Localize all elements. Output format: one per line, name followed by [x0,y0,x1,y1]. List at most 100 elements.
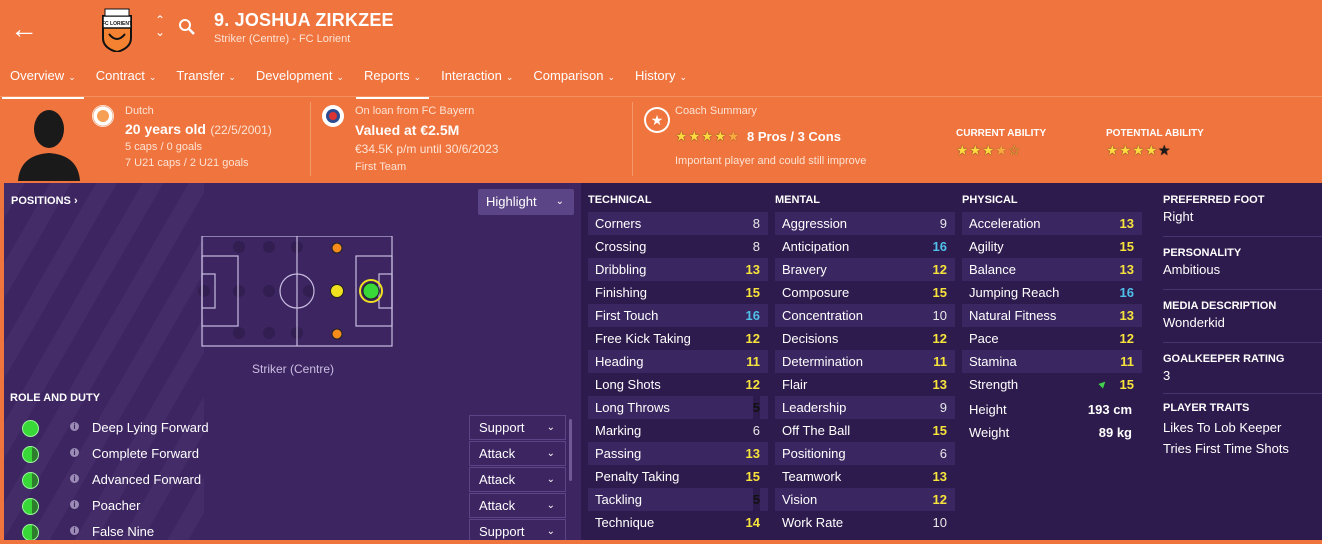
attribute-row[interactable]: Corners 8 [588,212,768,235]
attribute-row[interactable]: Finishing 15 [588,281,768,304]
player-trait[interactable]: Likes To Lob Keeper [1163,420,1322,435]
attribute-row[interactable]: Pace 12 [962,327,1142,350]
preferred-foot-value: Right [1163,209,1194,224]
attribute-row[interactable]: Heading 11 [588,350,768,373]
attribute-value: 13 [932,469,947,484]
attribute-value: 16 [932,239,947,254]
info-icon[interactable]: i [70,500,79,509]
coach-summary-label: Coach Summary [675,105,757,117]
attribute-name: Strength [969,377,1019,392]
tab-development[interactable]: Development ⌄ [246,66,354,94]
role-name[interactable]: False Nine [92,524,154,539]
search-icon[interactable] [178,18,196,36]
attribute-row[interactable]: Dribbling 13 [588,258,768,281]
positions-pitch[interactable] [197,236,397,351]
attribute-row[interactable]: Long Throws 5 [588,396,768,419]
tab-interaction[interactable]: Interaction ⌄ [431,66,523,94]
attribute-row[interactable]: Aggression 9 [775,212,955,235]
loan-club-crest-icon [322,105,344,127]
attribute-row[interactable]: Flair 13 [775,373,955,396]
attribute-row[interactable]: Anticipation 16 [775,235,955,258]
attribute-row[interactable]: Work Rate 10 [775,511,955,534]
chevron-down-icon: ⌄ [505,72,514,82]
duty-dropdown[interactable]: Support ⌄ [469,519,566,540]
tab-transfer[interactable]: Transfer ⌄ [166,66,245,94]
attribute-row[interactable]: Agility 15 [962,235,1142,258]
attribute-row[interactable]: Natural Fitness 13 [962,304,1142,327]
attribute-row[interactable]: Balance 13 [962,258,1142,281]
attribute-row[interactable]: Acceleration 13 [962,212,1142,235]
attribute-row[interactable]: Teamwork 13 [775,465,955,488]
highlight-dropdown[interactable]: Highlight ⌄ [478,189,574,215]
attribute-name: Teamwork [782,469,842,484]
attribute-row[interactable]: Off The Ball 15 [775,419,955,442]
attribute-row[interactable]: Composure 15 [775,281,955,304]
tab-comparison[interactable]: Comparison ⌄ [523,66,625,94]
media-description-value: Wonderkid [1163,315,1225,330]
attribute-row[interactable]: Bravery 12 [775,258,955,281]
attribute-name: Free Kick Taking [595,331,691,346]
weight-value: 89 kg [1098,425,1132,440]
tab-history[interactable]: History ⌄ [625,66,697,94]
duty-dropdown[interactable]: Attack ⌄ [469,441,566,466]
attribute-row[interactable]: Marking 6 [588,419,768,442]
tab-reports[interactable]: Reports ⌄ [354,66,431,99]
attribute-row[interactable]: Jumping Reach 16 [962,281,1142,304]
attribute-value: 6 [939,446,947,461]
attribute-row[interactable]: Positioning 6 [775,442,955,465]
duty-dropdown[interactable]: Support ⌄ [469,415,566,440]
role-name[interactable]: Complete Forward [92,446,199,461]
attribute-row[interactable]: First Touch 16 [588,304,768,327]
role-row[interactable]: i Advanced Forward Attack ⌄ [10,467,570,493]
attribute-row[interactable]: Passing 13 [588,442,768,465]
duty-dropdown[interactable]: Attack ⌄ [469,493,566,518]
attribute-row[interactable]: Tackling 5 [588,488,768,511]
role-row[interactable]: i False Nine Support ⌄ [10,519,570,540]
player-trait[interactable]: Tries First Time Shots [1163,441,1322,456]
attribute-row[interactable]: Crossing 8 [588,235,768,258]
attribute-row[interactable]: Free Kick Taking 12 [588,327,768,350]
attribute-row[interactable]: Stamina 11 [962,350,1142,373]
position-dot-striker [362,282,380,300]
mental-column: MENTAL Aggression 9 Anticipation 16 Bravery 1… [775,194,955,534]
goalkeeper-rating-value: 3 [1163,368,1171,383]
pros-cons[interactable]: 8 Pros / 3 Cons [747,129,841,144]
attribute-row[interactable]: Strength 15 ▲ [962,373,1142,396]
back-arrow-icon[interactable]: ← [10,14,38,44]
role-name[interactable]: Advanced Forward [92,472,201,487]
role-row[interactable]: i Complete Forward Attack ⌄ [10,441,570,467]
attribute-row[interactable]: Penalty Taking 15 [588,465,768,488]
tab-contract[interactable]: Contract ⌄ [86,66,167,94]
info-separator [632,102,633,176]
info-icon[interactable]: i [70,474,79,483]
attribute-row[interactable]: Leadership 9 [775,396,955,419]
height-label: Height [969,402,1007,417]
attribute-row[interactable]: Determination 11 [775,350,955,373]
tab-bar: Overview ⌄ Contract ⌄ Transfer ⌄ Developmen… [0,66,697,99]
attribute-row[interactable]: Technique 14 [588,511,768,534]
attribute-row[interactable]: Decisions 12 [775,327,955,350]
attribute-row[interactable]: Concentration 10 [775,304,955,327]
attribute-value: 12 [1119,331,1134,346]
chevron-down-icon: ⌄ [546,526,555,537]
role-name[interactable]: Deep Lying Forward [92,420,209,435]
role-name[interactable]: Poacher [92,498,140,513]
nationality-label: Dutch [125,105,154,117]
roles-scrollbar[interactable] [569,419,572,481]
player-navigation-arrows[interactable]: ⌃ ⌄ [155,14,165,38]
attribute-row[interactable]: Long Shots 12 [588,373,768,396]
chevron-down-icon: ⌄ [68,72,76,82]
tab-overview[interactable]: Overview ⌄ [0,66,86,99]
attribute-value: 13 [1119,216,1134,231]
info-icon[interactable]: i [70,422,79,431]
info-icon[interactable]: i [70,448,79,457]
info-separator [310,102,311,176]
positions-title[interactable]: POSITIONS › [11,195,78,207]
info-icon[interactable]: i [70,526,79,535]
attribute-row[interactable]: Vision 12 [775,488,955,511]
next-player-icon[interactable]: ⌄ [155,26,165,38]
role-row[interactable]: i Deep Lying Forward Support ⌄ [10,415,570,441]
role-row[interactable]: i Poacher Attack ⌄ [10,493,570,519]
attribute-name: Long Shots [595,377,661,392]
duty-dropdown[interactable]: Attack ⌄ [469,467,566,492]
